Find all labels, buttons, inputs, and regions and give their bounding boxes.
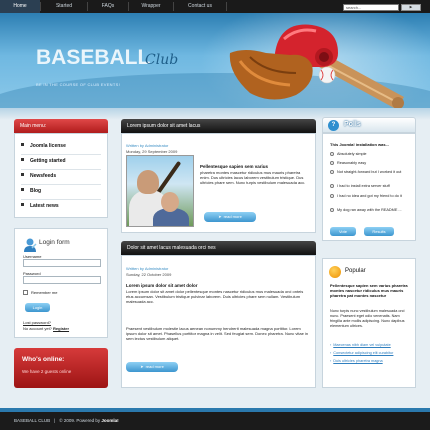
vote-button[interactable]: Vote — [330, 227, 356, 236]
password-field[interactable] — [23, 276, 101, 284]
footer: BASEBALL CLUB | © 2009. Powered by Joomla! — [0, 408, 430, 430]
menu-divider — [21, 199, 101, 200]
article-2-header[interactable]: Dolor sit amet lacus malesuada orci nes — [121, 241, 316, 255]
arrow-right-icon: › — [330, 343, 332, 347]
popular-link[interactable]: › Consectetur adipiscing elit curabitur — [330, 351, 393, 355]
main-menu-title: Main menu: — [14, 119, 108, 133]
radio-button[interactable] — [330, 184, 334, 188]
polls-panel: This Joomla! installation was... Absolut… — [322, 133, 416, 241]
polls-header: ? Polls — [322, 117, 416, 133]
top-navigation: Home Started FAQs Wrapper Contact us ▶ — [0, 0, 430, 13]
article-date: Sunday, 22 October 2009 — [126, 272, 172, 277]
poll-question: This Joomla! installation was... — [330, 142, 389, 147]
username-field[interactable] — [23, 259, 101, 267]
logo-slogan: BE IN THE COURSE OF CLUB EVENTS! — [36, 82, 120, 87]
menu-divider — [21, 154, 101, 155]
footer-copyright: © 2009. — [59, 418, 76, 423]
login-form: Login form Username Password Remember me… — [14, 228, 108, 338]
radio-button[interactable] — [330, 194, 334, 198]
popular-link[interactable]: › Maecenas nibh diam vel vulputate — [330, 343, 391, 347]
login-button[interactable]: Login — [25, 303, 50, 312]
arrow-right-icon: › — [330, 351, 332, 355]
menu-divider — [21, 169, 101, 170]
article-author: Written by Administrator — [126, 266, 169, 271]
baseball-icon — [318, 66, 336, 84]
article-1: Written by Administrator Monday, 29 Sept… — [121, 133, 316, 233]
nav-item-wrapper[interactable]: Wrapper — [129, 0, 173, 13]
read-more-button[interactable]: ➤ read more — [126, 362, 178, 372]
bullet-icon — [21, 203, 24, 206]
bullet-icon — [21, 143, 24, 146]
remember-me-checkbox[interactable] — [23, 290, 28, 295]
article-title: Pellentesque sapien sem varius — [200, 164, 269, 169]
results-button[interactable]: Results — [364, 227, 394, 236]
header-banner: BASEBALL Club BE IN THE COURSE OF CLUB E… — [0, 13, 430, 108]
radio-button[interactable] — [330, 170, 334, 174]
photo-child-head — [161, 192, 179, 212]
article-author: Written by Administrator — [126, 143, 169, 148]
article-1-header[interactable]: Lorem ipsum dolor sit amet lacus — [121, 119, 316, 133]
logo-title[interactable]: BASEBALL — [36, 46, 150, 70]
question-icon: ? — [328, 120, 339, 131]
menu-item-latest-news[interactable]: Latest news — [21, 203, 59, 212]
lost-password-link[interactable]: Lost password? — [23, 320, 51, 325]
footer-brand: BASEBALL CLUB — [14, 418, 51, 423]
logo-club[interactable]: Club — [145, 52, 178, 68]
user-login-icon — [24, 238, 37, 252]
article-text-1: Lorem ipsum dolor sit amet dolor pellent… — [126, 289, 304, 305]
popular-title: Popular — [345, 268, 366, 274]
arrow-right-icon: › — [330, 359, 332, 363]
search-input[interactable] — [343, 4, 399, 11]
polls-title: Polls — [344, 121, 361, 128]
baseball-gear-illustration — [229, 24, 404, 108]
popular-panel: Pellentesque sapien sem varius pharetra … — [322, 283, 416, 388]
search-button[interactable]: ▶ — [401, 4, 421, 11]
whos-online-text: We have 2 guests online — [22, 369, 72, 374]
bullet-icon — [21, 173, 24, 176]
login-title: Login form — [39, 239, 70, 246]
article-date: Monday, 29 September 2009 — [126, 149, 178, 154]
nav-separator — [226, 2, 227, 11]
remember-me-label: Remember me — [31, 290, 58, 295]
footer-text: BASEBALL CLUB | © 2009. Powered by Joomla! — [14, 418, 119, 423]
menu-divider — [21, 184, 101, 185]
arrow-right-icon: ➤ — [218, 214, 222, 219]
menu-item-joomla-license[interactable]: Joomla license — [21, 143, 66, 152]
main-menu: Joomla license Getting started Newsfeeds… — [14, 133, 108, 218]
article-photo — [126, 155, 194, 227]
menu-item-newsfeeds[interactable]: Newsfeeds — [21, 173, 56, 182]
whos-online-title: Who's online: — [22, 356, 65, 363]
footer-powered-by: Powered by — [76, 418, 101, 423]
nav-item-started[interactable]: Started — [41, 0, 87, 13]
register-link[interactable]: Register — [53, 326, 69, 331]
footer-separator: | — [54, 418, 56, 423]
article-text-2: Praesent vestibulum molestie lacus aenea… — [126, 326, 309, 342]
radio-button[interactable] — [330, 152, 334, 156]
menu-item-getting-started[interactable]: Getting started — [21, 158, 66, 167]
article-title: Lorem ipsum dolor sit amet dolor — [126, 283, 198, 288]
nav-item-faqs[interactable]: FAQs — [88, 0, 128, 13]
menu-item-blog[interactable]: Blog — [21, 188, 41, 197]
popular-link[interactable]: › Duis ultricies pharetra magna — [330, 359, 383, 363]
popular-text: Nunc turpis nunc vestibulum malesuada or… — [330, 309, 405, 328]
footer-engine-link[interactable]: Joomla! — [101, 418, 118, 423]
bullet-icon — [21, 188, 24, 191]
radio-button[interactable] — [330, 208, 334, 212]
bullet-icon — [21, 158, 24, 161]
radio-button[interactable] — [330, 161, 334, 165]
nav-item-home[interactable]: Home — [0, 0, 40, 13]
nav-item-contact[interactable]: Contact us — [174, 0, 226, 13]
article-2: Written by Administrator Sunday, 22 Octo… — [121, 255, 316, 388]
no-account-text: No account yet? Register — [23, 326, 70, 331]
article-text: pharetra montes mascetur ridiculus mus m… — [200, 170, 306, 186]
read-more-button[interactable]: ➤ read more — [204, 212, 256, 222]
popular-headline[interactable]: Pellentesque sapien sem varius pharetra … — [330, 283, 412, 299]
popular-header: Popular — [322, 258, 416, 283]
star-badge-icon — [329, 266, 341, 278]
whos-online-panel: Who's online: We have 2 guests online — [14, 348, 108, 388]
photo-person-head — [137, 170, 159, 194]
arrow-right-icon: ➤ — [140, 364, 144, 369]
baseball-glove-icon — [229, 50, 313, 100]
